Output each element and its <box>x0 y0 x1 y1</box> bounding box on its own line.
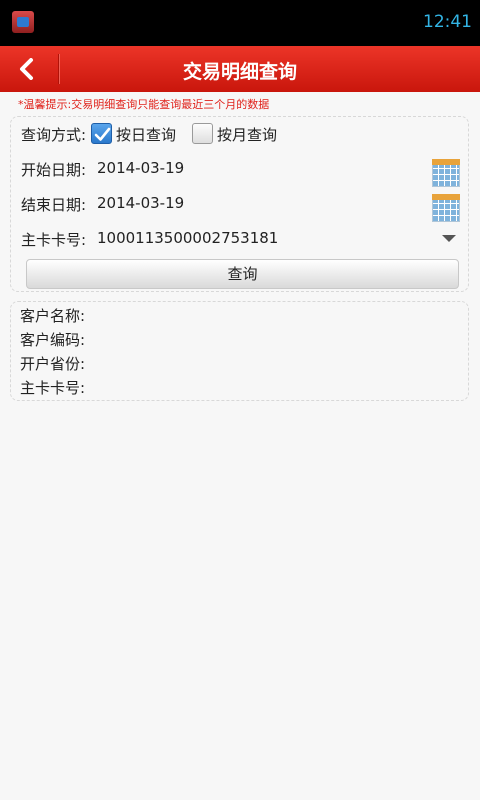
customer-info-panel: 客户名称: 客户编码: 开户省份: 主卡卡号: <box>10 301 469 401</box>
dropdown-arrow-icon[interactable] <box>442 235 456 242</box>
tip-text: *温馨提示:交易明细查询只能查询最近三个月的数据 <box>18 98 270 111</box>
page-title: 交易明细查询 <box>182 61 297 83</box>
by-day-checkbox[interactable] <box>91 123 112 144</box>
checkmark-icon <box>94 127 111 141</box>
card-number-value[interactable]: 1000113500002753181 <box>97 229 278 247</box>
by-month-checkbox[interactable] <box>192 123 213 144</box>
start-date-calendar-icon[interactable] <box>432 159 460 187</box>
photo-app-icon <box>12 11 34 33</box>
by-day-label[interactable]: 按日查询 <box>116 124 176 145</box>
query-mode-row: 查询方式: 按日查询 按月查询 <box>21 123 461 147</box>
account-province-label: 开户省份: <box>20 355 86 373</box>
query-button[interactable]: 查询 <box>26 259 459 289</box>
status-time: 12:41 <box>423 12 472 32</box>
end-date-calendar-icon[interactable] <box>432 194 460 222</box>
card-number-label: 主卡卡号: <box>21 231 87 249</box>
start-date-label: 开始日期: <box>21 161 87 179</box>
start-date-row: 开始日期: 2014-03-19 <box>21 159 461 189</box>
end-date-value[interactable]: 2014-03-19 <box>97 194 184 212</box>
customer-code-label: 客户编码: <box>20 331 86 349</box>
status-bar: 12:41 <box>0 0 480 46</box>
info-card-number-label: 主卡卡号: <box>20 379 86 397</box>
end-date-label: 结束日期: <box>21 196 87 214</box>
query-mode-label: 查询方式: <box>21 126 87 144</box>
start-date-value[interactable]: 2014-03-19 <box>97 159 184 177</box>
title-bar: 交易明细查询 <box>0 46 480 92</box>
card-number-row: 主卡卡号: 1000113500002753181 <box>21 229 461 253</box>
query-panel: 查询方式: 按日查询 按月查询 开始日期: 2014-03-19 结束日期: 2… <box>10 116 469 292</box>
customer-name-label: 客户名称: <box>20 307 86 325</box>
end-date-row: 结束日期: 2014-03-19 <box>21 194 461 224</box>
by-month-label[interactable]: 按月查询 <box>217 124 277 145</box>
